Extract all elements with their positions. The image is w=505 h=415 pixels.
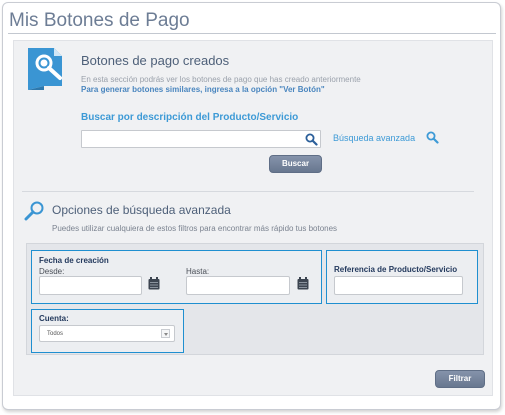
calendar-icon[interactable] [297, 277, 309, 290]
section-instruction: Para generar botones similares, ingresa … [81, 85, 325, 94]
advanced-search-link[interactable]: Búsqueda avanzada [333, 133, 415, 143]
from-date-input[interactable] [39, 276, 142, 295]
magnifier-icon [24, 201, 44, 221]
account-select-value: Todos [47, 331, 64, 337]
filter-button[interactable]: Filtrar [435, 370, 485, 388]
title-divider [8, 33, 496, 34]
page-title: Mis Botones de Pago [9, 10, 190, 31]
advanced-search-icon[interactable] [426, 131, 439, 144]
section-description: En esta sección podrás ver los botones d… [81, 75, 361, 84]
account-filter-title: Cuenta: [39, 314, 69, 323]
document-search-icon [28, 48, 62, 90]
account-select[interactable]: Todos [39, 325, 175, 342]
calendar-icon[interactable] [148, 277, 160, 290]
date-filter-title: Fecha de creación [39, 256, 109, 265]
reference-input[interactable] [334, 276, 463, 295]
section-title-created: Botones de pago creados [81, 53, 230, 68]
reference-filter-title: Referencia de Producto/Servicio [334, 265, 458, 274]
search-button[interactable]: Buscar [269, 155, 322, 173]
search-input[interactable] [81, 130, 321, 148]
dropdown-arrow-icon[interactable] [161, 329, 170, 338]
search-label: Buscar por descripción del Producto/Serv… [81, 112, 299, 123]
advanced-options-title: Opciones de búsqueda avanzada [52, 203, 231, 217]
from-label: Desde: [39, 267, 65, 276]
section-divider [22, 191, 474, 192]
search-icon[interactable] [305, 133, 318, 146]
to-date-input[interactable] [186, 276, 290, 295]
to-label: Hasta: [186, 267, 210, 276]
advanced-options-description: Puedes utilizar cualquiera de estos filt… [52, 224, 338, 233]
